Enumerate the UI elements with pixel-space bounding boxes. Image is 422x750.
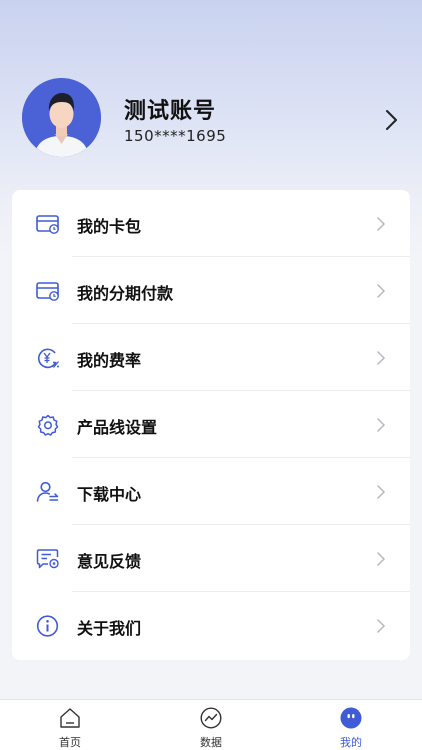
tab-label: 我的 bbox=[340, 736, 362, 749]
menu-item-label: 我的卡包 bbox=[77, 217, 142, 236]
gear-icon bbox=[37, 414, 59, 436]
chevron-right-icon[interactable] bbox=[382, 109, 400, 131]
phone-number: 150****1695 bbox=[124, 127, 227, 145]
menu-item-product-settings[interactable]: 产品线设置 bbox=[12, 391, 410, 458]
menu-item-card-wallet[interactable]: 我的卡包 bbox=[12, 190, 410, 257]
home-icon bbox=[60, 708, 80, 728]
user-avatar-icon bbox=[22, 78, 101, 157]
feedback-icon bbox=[36, 549, 59, 569]
tab-data[interactable]: 数据 bbox=[161, 700, 261, 750]
menu-item-label: 我的费率 bbox=[77, 351, 142, 370]
menu-item-label: 下载中心 bbox=[77, 485, 142, 504]
card-icon bbox=[36, 215, 59, 234]
chevron-right-icon bbox=[377, 619, 386, 633]
profile-face-icon bbox=[340, 707, 362, 729]
menu-card: 我的卡包 我的分期付款 我的费率 产品线设置 下载中心 意见反馈 关于我们 bbox=[12, 190, 410, 660]
chevron-right-icon bbox=[377, 217, 386, 231]
chevron-right-icon bbox=[377, 351, 386, 365]
chevron-right-icon bbox=[377, 284, 386, 298]
chevron-right-icon bbox=[377, 418, 386, 432]
menu-item-feedback[interactable]: 意见反馈 bbox=[12, 525, 410, 592]
chevron-right-icon bbox=[377, 485, 386, 499]
chart-icon bbox=[200, 707, 222, 729]
chevron-right-icon bbox=[377, 552, 386, 566]
menu-item-installment[interactable]: 我的分期付款 bbox=[12, 257, 410, 324]
menu-item-label: 意见反馈 bbox=[77, 552, 142, 571]
download-user-icon bbox=[36, 481, 59, 502]
menu-item-rate[interactable]: 我的费率 bbox=[12, 324, 410, 391]
info-icon bbox=[36, 615, 59, 637]
menu-item-about-us[interactable]: 关于我们 bbox=[12, 592, 410, 659]
username: 测试账号 bbox=[124, 99, 217, 124]
tab-mine[interactable]: 我的 bbox=[301, 700, 401, 750]
avatar[interactable] bbox=[22, 78, 101, 157]
tab-home[interactable]: 首页 bbox=[20, 700, 120, 750]
tab-label: 数据 bbox=[200, 736, 222, 749]
menu-item-label: 我的分期付款 bbox=[77, 284, 174, 303]
profile-header[interactable]: 测试账号 150****1695 bbox=[0, 75, 422, 165]
rate-icon bbox=[37, 348, 59, 369]
menu-item-download-center[interactable]: 下载中心 bbox=[12, 458, 410, 525]
tab-label: 首页 bbox=[59, 736, 81, 749]
installment-card-icon bbox=[36, 282, 59, 301]
menu-item-label: 关于我们 bbox=[77, 619, 142, 638]
bottom-tab-bar: 首页 数据 我的 bbox=[0, 699, 422, 750]
menu-item-label: 产品线设置 bbox=[77, 418, 158, 437]
